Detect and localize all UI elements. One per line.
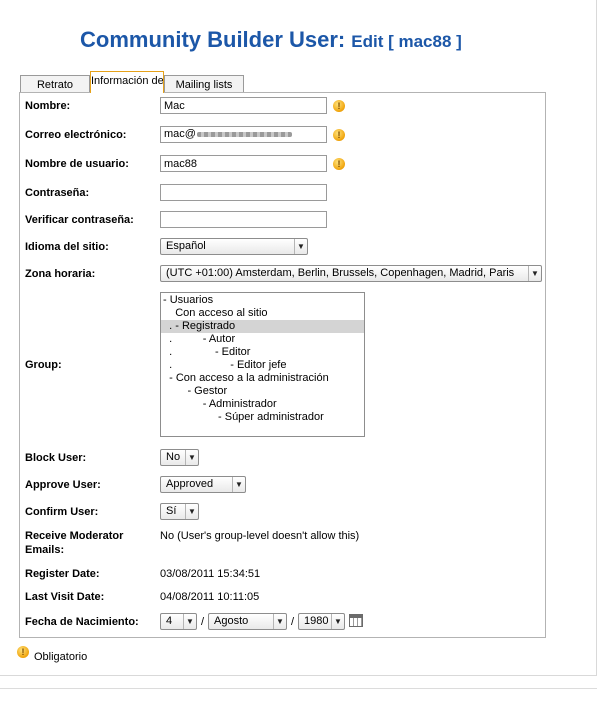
timezone-select[interactable]: (UTC +01:00) Amsterdam, Berlin, Brussels… — [160, 265, 542, 282]
approve-label: Approve User: — [25, 479, 101, 491]
required-legend-text: Obligatorio — [34, 651, 88, 663]
group-option[interactable]: - Administrador — [161, 398, 364, 411]
nombre-field[interactable] — [160, 97, 327, 114]
language-select[interactable]: Español ▼ — [160, 238, 308, 255]
usuario-label: Nombre de usuario: — [25, 158, 129, 170]
group-option[interactable]: . - Editor — [161, 346, 364, 359]
chevron-down-icon: ▼ — [331, 614, 344, 629]
required-warning-icon: ! — [333, 158, 345, 170]
group-option[interactable]: - Súper administrador — [161, 411, 364, 424]
group-option-selected[interactable]: . - Registrado — [161, 320, 364, 333]
row-register: Register Date: 03/08/2011 15:34:51 — [25, 567, 555, 583]
date-separator: / — [291, 616, 295, 628]
date-separator: / — [201, 616, 205, 628]
required-warning-icon: ! — [333, 129, 345, 141]
group-option[interactable]: . - Autor — [161, 333, 364, 346]
required-warning-icon: ! — [17, 646, 29, 658]
tab-informacion[interactable]: Información de — [90, 71, 164, 93]
verificar-label: Verificar contraseña: — [25, 214, 134, 226]
row-zona: Zona horaria: (UTC +01:00) Amsterdam, Be… — [25, 265, 555, 283]
approve-user-select[interactable]: Approved ▼ — [160, 476, 246, 493]
birth-month-select[interactable]: Agosto ▼ — [208, 613, 287, 630]
row-group: Group: - Usuarios Con acceso al sitio . … — [25, 292, 555, 439]
group-option[interactable]: Con acceso al sitio — [161, 307, 364, 320]
group-option[interactable]: - Usuarios — [161, 294, 364, 307]
approve-user-value: Approved — [166, 478, 214, 490]
birth-year-value: 1980 — [304, 615, 329, 627]
username-field[interactable] — [160, 155, 327, 172]
chevron-down-icon: ▼ — [183, 614, 196, 629]
idioma-label: Idioma del sitio: — [25, 241, 109, 253]
row-block: Block User: No ▼ — [25, 449, 555, 467]
email-field[interactable]: mac@ — [160, 126, 327, 143]
chevron-down-icon: ▼ — [232, 477, 245, 492]
block-user-select[interactable]: No ▼ — [160, 449, 199, 466]
moderator-label: Receive Moderator Emails: — [25, 529, 157, 557]
moderator-value: No (User's group-level doesn't allow thi… — [160, 530, 360, 542]
group-option[interactable]: . - Editor jefe — [161, 359, 364, 372]
nombre-label: Nombre: — [25, 100, 71, 112]
row-moderator: Receive Moderator Emails: No (User's gro… — [25, 529, 555, 559]
page-title: Community Builder User: Edit [ mac88 ] — [80, 27, 462, 53]
confirm-label: Confirm User: — [25, 506, 99, 518]
chevron-down-icon: ▼ — [185, 504, 198, 519]
bottom-divider — [0, 688, 597, 689]
birth-year-select[interactable]: 1980 ▼ — [298, 613, 345, 630]
row-nacimiento: Fecha de Nacimiento: 4 ▼ / Agosto ▼ / 19… — [25, 613, 555, 631]
row-usuario: Nombre de usuario: ! — [25, 155, 555, 173]
required-warning-icon: ! — [333, 100, 345, 112]
group-option[interactable]: - Gestor — [161, 385, 364, 398]
correo-label: Correo electrónico: — [25, 129, 127, 141]
row-correo: Correo electrónico: mac@ ! — [25, 126, 555, 144]
birth-day-select[interactable]: 4 ▼ — [160, 613, 197, 630]
password-field[interactable] — [160, 184, 327, 201]
contrasena-label: Contraseña: — [25, 187, 90, 199]
email-value: mac@ — [164, 128, 196, 140]
chevron-down-icon: ▼ — [528, 266, 541, 281]
group-listbox[interactable]: - Usuarios Con acceso al sitio . - Regis… — [160, 292, 365, 437]
birth-day-value: 4 — [166, 615, 173, 627]
block-user-value: No — [166, 451, 181, 463]
language-select-value: Español — [166, 240, 206, 252]
timezone-select-value: (UTC +01:00) Amsterdam, Berlin, Brussels… — [166, 267, 515, 279]
moderator-label-line2: Emails: — [25, 544, 65, 556]
block-label: Block User: — [25, 452, 87, 464]
row-nombre: Nombre: ! — [25, 97, 555, 115]
group-label: Group: — [25, 359, 62, 371]
lastvisit-date-value: 04/08/2011 10:11:05 — [160, 591, 260, 603]
calendar-icon[interactable] — [349, 614, 363, 627]
row-lastvisit: Last Visit Date: 04/08/2011 10:11:05 — [25, 590, 555, 606]
row-idioma: Idioma del sitio: Español ▼ — [25, 238, 555, 256]
row-contrasena: Contraseña: — [25, 184, 555, 202]
row-confirm: Confirm User: Sí ▼ — [25, 503, 555, 521]
register-label: Register Date: — [25, 568, 100, 580]
verify-password-field[interactable] — [160, 211, 327, 228]
row-verificar: Verificar contraseña: — [25, 211, 555, 229]
lastvisit-label: Last Visit Date: — [25, 591, 105, 603]
group-option[interactable]: - Con acceso a la administración — [161, 372, 364, 385]
confirm-user-value: Sí — [166, 505, 177, 517]
chevron-down-icon: ▼ — [185, 450, 198, 465]
chevron-down-icon: ▼ — [273, 614, 286, 629]
email-redacted-blur — [196, 131, 292, 137]
nacimiento-label: Fecha de Nacimiento: — [25, 616, 139, 628]
zona-label: Zona horaria: — [25, 268, 96, 280]
birth-month-value: Agosto — [214, 615, 249, 627]
page-title-main: Community Builder User: — [80, 27, 346, 52]
page-title-edit: Edit [ mac88 ] — [351, 32, 462, 51]
register-date-value: 03/08/2011 15:34:51 — [160, 568, 261, 580]
confirm-user-select[interactable]: Sí ▼ — [160, 503, 199, 520]
moderator-label-line1: Receive Moderator — [25, 530, 124, 542]
chevron-down-icon: ▼ — [294, 239, 307, 254]
row-approve: Approve User: Approved ▼ — [25, 476, 555, 494]
